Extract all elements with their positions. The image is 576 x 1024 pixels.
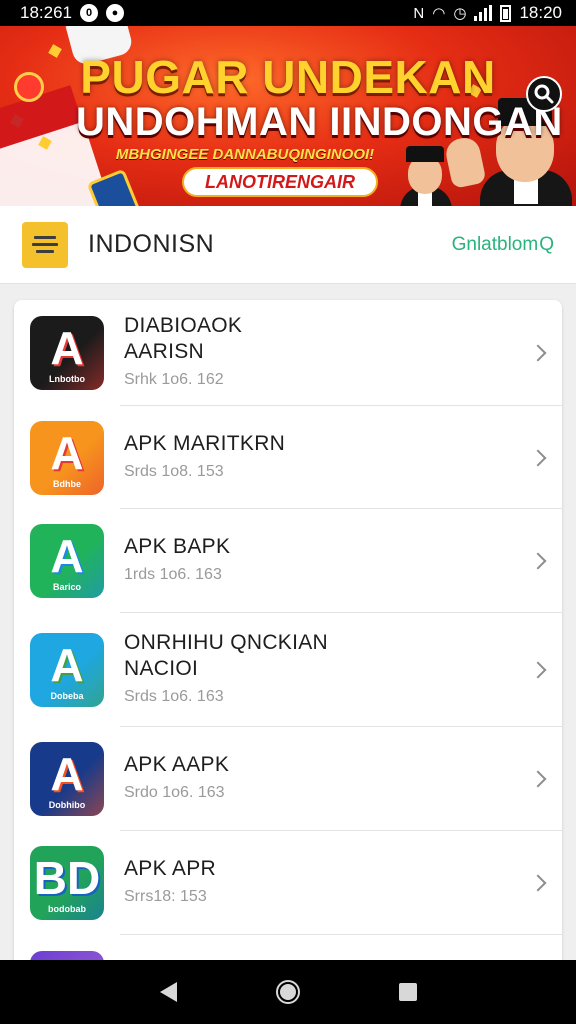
status-time-left: 18:261	[20, 3, 72, 22]
menu-button[interactable]	[22, 221, 68, 268]
recent-apps-button[interactable]	[398, 983, 417, 1001]
app-icon-tag: Lnbotbo	[49, 374, 85, 384]
search-icon	[534, 84, 554, 104]
header-link-label: Gnlatblom	[451, 233, 539, 255]
search-button[interactable]	[526, 76, 562, 112]
app-icon-glyph: A	[50, 322, 84, 374]
chevron-right-icon	[529, 344, 547, 362]
status-bar: 18:261 0 ● N ◠ ◷ 18:20	[0, 0, 576, 26]
promo-banner[interactable]: PUGAR UNDEKAN UNDOHMAN IINDONGAN MBHGING…	[0, 26, 576, 206]
banner-title-line2: UNDOHMAN IINDONGAN	[76, 100, 563, 144]
app-list-item[interactable]: A Bdhbe APK MARITKRN Srds 1o8. 153	[14, 406, 562, 509]
wifi-icon: ◠	[432, 5, 446, 22]
app-icon-tag: bodobab	[48, 904, 86, 914]
app-text: APK AAPK Srdo 1o6. 163	[124, 752, 229, 802]
app-icon: BD bodobab	[30, 846, 104, 920]
app-list-item[interactable]: A Dobeba ONRHIHU QNCKIAN NACIOI Srds 1o6. 1…	[14, 613, 562, 727]
app-icon: A Lnbotbo	[30, 316, 104, 390]
app-meta: Srds 1o6. 163	[124, 688, 224, 705]
app-name: DIABIOAOK AARISN	[124, 314, 243, 363]
battery-icon	[500, 4, 512, 22]
app-text: APK BAPK 1rds 1o6. 163	[124, 534, 230, 584]
app-text: APK MARITKRN Srds 1o8. 153	[124, 431, 285, 481]
app-meta: Srrs18: 153	[124, 888, 207, 905]
chevron-right-icon	[529, 449, 547, 466]
app-meta: Srhk 1o6. 162	[124, 371, 224, 388]
app-name: APK AAPK	[124, 753, 230, 776]
chevron-right-icon	[529, 661, 547, 679]
app-icon-glyph: A	[50, 530, 84, 582]
status-right: N ◠ ◷ 18:20	[413, 3, 562, 23]
status-left: 18:261 0 ●	[20, 3, 124, 23]
app-icon-glyph: A	[50, 639, 84, 691]
chevron-right-icon	[529, 552, 547, 570]
search-small-icon: Q	[539, 233, 554, 255]
app-header: INDONISN GnlatblomQ	[0, 206, 576, 284]
app-icon-tag: Dobeba	[50, 691, 84, 701]
app-text: ONRHIHU QNCKIAN NACIOI Srds 1o6. 163	[124, 630, 328, 706]
notification-icon: 0	[80, 4, 98, 22]
back-button[interactable]	[159, 982, 177, 1002]
home-button[interactable]	[275, 980, 300, 1004]
nfc-icon: N	[413, 4, 425, 22]
app-text: APK APR Srrs18: 153	[124, 856, 216, 906]
app-icon: A Barico	[30, 524, 104, 598]
menu-icon	[34, 236, 56, 239]
header-link[interactable]: GnlatblomQ	[452, 234, 554, 256]
row-divider	[120, 934, 562, 935]
app-name: APK MARITKRN	[124, 431, 286, 455]
alarm-icon: ◷	[453, 5, 467, 22]
app-text: DIABIOAOK AARISN Srhk 1o6. 162	[124, 313, 242, 389]
app-screen: 18:261 0 ● N ◠ ◷ 18:20 PUGAR UNDEKAN UND…	[0, 0, 576, 1024]
app-icon: A Dobeba	[30, 633, 104, 707]
chat-icon: ●	[106, 4, 124, 22]
app-meta: Srds 1o8. 153	[124, 462, 224, 480]
banner-subtitle: MBHGINGEE DANNABUQINGINOOI!	[115, 146, 375, 163]
page-title: INDONISN	[88, 230, 215, 258]
home-icon	[279, 984, 296, 1000]
menu-icon-line	[32, 243, 58, 246]
app-icon-tag: Dobhibo	[48, 800, 86, 810]
banner-title-line1: PUGAR UNDEKAN	[80, 51, 496, 103]
chevron-right-icon	[529, 874, 547, 892]
app-list-item[interactable]: A Dobhibo APK AAPK Srdo 1o6. 163	[14, 727, 562, 831]
status-time-right: 18:20	[519, 3, 562, 22]
app-list: A Lnbotbo DIABIOAOK AARISN Srhk 1o6. 162 A Bd…	[14, 300, 562, 980]
app-icon: A Bdhbe	[30, 420, 104, 495]
app-meta: Srdo 1o6. 163	[124, 784, 225, 801]
app-icon-glyph: A	[50, 748, 84, 800]
banner-cta-button[interactable]: LANOTIRENGAIR	[182, 167, 378, 197]
app-name: ONRHIHU QNCKIAN NACIOI	[124, 631, 329, 680]
app-list-item[interactable]: A Lnbotbo DIABIOAOK AARISN Srhk 1o6. 162	[14, 300, 562, 406]
app-icon-tag: Bdhbe	[53, 478, 81, 489]
menu-icon-line	[36, 250, 54, 253]
app-icon-tag: Barico	[52, 582, 81, 592]
app-list-item[interactable]: BD bodobab APK APR Srrs18: 153	[14, 831, 562, 935]
chevron-right-icon	[529, 770, 547, 788]
navigation-bar	[0, 960, 576, 1024]
app-meta: 1rds 1o6. 163	[124, 566, 222, 583]
signal-icon	[474, 5, 493, 21]
app-icon-glyph: BD	[33, 852, 101, 904]
app-list-item[interactable]: A Barico APK BAPK 1rds 1o6. 163	[14, 509, 562, 613]
app-name: APK BAPK	[124, 535, 231, 558]
app-name: APK APR	[124, 857, 216, 880]
app-icon-glyph: A	[50, 426, 84, 479]
app-icon: A Dobhibo	[30, 742, 104, 816]
